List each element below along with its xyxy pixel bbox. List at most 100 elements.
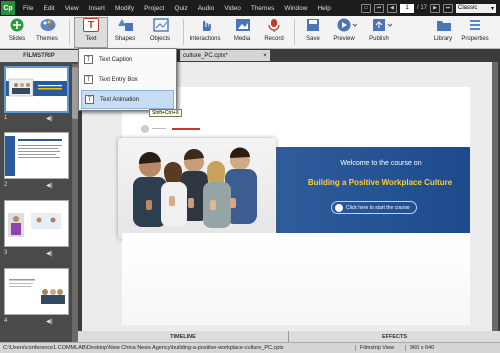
speaker-icon: ◀) xyxy=(46,183,53,189)
objects-icon xyxy=(153,18,169,32)
team-photo xyxy=(118,138,276,239)
properties-button[interactable]: Properties xyxy=(458,18,492,42)
text-caption-label: Text Caption xyxy=(99,56,133,63)
slide-number: 2 xyxy=(4,182,8,188)
media-label: Media xyxy=(233,36,251,42)
interactions-button[interactable]: Interactions xyxy=(188,18,222,42)
save-icon xyxy=(306,18,320,32)
menu-quiz[interactable]: Quiz xyxy=(169,5,192,12)
slide-navigator: ▭ ⏮ ◀ 1 / 17 ▶ ⏭ Classic ▾ xyxy=(360,0,500,16)
hand-pointer-icon xyxy=(198,18,212,32)
filmstrip-header: FILMSTRIP xyxy=(0,50,78,62)
slides-button[interactable]: Slides xyxy=(0,18,34,42)
themes-button[interactable]: Themes xyxy=(30,18,64,42)
themes-label: Themes xyxy=(36,36,58,42)
text-animation-icon: T xyxy=(85,95,94,104)
filmstrip-slide-2[interactable] xyxy=(4,132,69,179)
menu-audio[interactable]: Audio xyxy=(193,5,220,12)
shapes-icon xyxy=(118,18,133,32)
library-button[interactable]: Library xyxy=(426,18,460,42)
text-entry-box-item[interactable]: T Text Entry Box xyxy=(81,70,174,89)
next-slide-icon[interactable]: ▶ xyxy=(430,3,440,13)
filmstrip-slide-3[interactable] xyxy=(4,200,69,247)
publish-button[interactable]: Publish xyxy=(362,18,396,42)
first-slide-icon[interactable]: ⏮ xyxy=(373,3,384,13)
save-label: Save xyxy=(306,36,320,42)
start-course-button[interactable]: Click here to start the course xyxy=(331,201,417,214)
menu-project[interactable]: Project xyxy=(139,5,169,12)
page-total: / 17 xyxy=(416,5,427,11)
menu-help[interactable]: Help xyxy=(312,5,335,12)
media-button[interactable]: Media xyxy=(225,18,259,42)
menu-edit[interactable]: Edit xyxy=(38,5,59,12)
text-animation-label: Text Animation xyxy=(100,96,140,103)
document-tab[interactable]: culture_PC.cptx* xyxy=(180,50,260,61)
text-entry-box-label: Text Entry Box xyxy=(99,76,138,83)
toolbar-divider xyxy=(69,19,70,45)
menu-window[interactable]: Window xyxy=(279,5,312,12)
text-caption-icon: T xyxy=(84,55,93,64)
themes-icon xyxy=(40,18,56,32)
business-team-image xyxy=(133,147,257,228)
speaker-icon: ◀) xyxy=(46,116,53,122)
folder-icon xyxy=(436,18,451,32)
preview-button[interactable]: Preview xyxy=(327,18,361,42)
slide-number: 1 xyxy=(4,115,8,121)
preview-label: Preview xyxy=(333,36,355,42)
workspace-select[interactable]: Classic ▾ xyxy=(456,3,496,13)
app-logo: Cp xyxy=(1,1,15,15)
shapes-button[interactable]: Shapes xyxy=(108,18,142,42)
page-number-input[interactable]: 1 xyxy=(399,3,414,13)
text-icon: T xyxy=(83,18,99,32)
objects-button[interactable]: Objects xyxy=(143,18,177,42)
menu-video[interactable]: Video xyxy=(219,5,246,12)
timeline-tab[interactable]: TIMELINE xyxy=(78,331,288,342)
save-button[interactable]: Save xyxy=(296,18,330,42)
slide-canvas[interactable]: Welcome to the course on Building a Posi… xyxy=(118,87,470,325)
text-entry-box-icon: T xyxy=(84,75,93,84)
menu-themes[interactable]: Themes xyxy=(246,5,279,12)
toolbar-divider xyxy=(183,19,184,45)
objects-label: Objects xyxy=(149,36,171,42)
shortcut-tooltip: Shift+Ctrl+X xyxy=(149,109,182,117)
menu-file[interactable]: File xyxy=(18,5,38,12)
record-label: Record xyxy=(264,36,284,42)
menu-modify[interactable]: Modify xyxy=(110,5,139,12)
text-caption-item[interactable]: T Text Caption xyxy=(81,50,174,69)
slide-footer xyxy=(122,233,470,325)
slide-4-thumbnail xyxy=(5,269,68,314)
properties-label: Properties xyxy=(461,36,489,42)
stage-vertical-scrollbar[interactable] xyxy=(492,62,498,333)
speaker-icon: ◀) xyxy=(46,251,53,257)
workspace-value: Classic xyxy=(458,5,478,11)
text-button[interactable]: T Text xyxy=(74,17,108,48)
publish-label: Publish xyxy=(369,36,389,42)
publish-icon xyxy=(372,18,393,32)
filmstrip-slide-1[interactable] xyxy=(4,66,69,113)
slide-number: 3 xyxy=(4,250,8,256)
record-button[interactable]: Record xyxy=(257,18,291,42)
menu-insert[interactable]: Insert xyxy=(84,5,110,12)
slide-1-thumbnail xyxy=(6,68,67,111)
text-dropdown-menu: T Text Caption T Text Entry Box T Text A… xyxy=(78,48,177,111)
view-mode: Filmstrip View xyxy=(355,345,405,351)
slides-label: Slides xyxy=(8,36,26,42)
filmstrip-slide-4[interactable] xyxy=(4,268,69,315)
main-toolbar: Slides Themes T Text Shapes Objects Inte… xyxy=(0,16,500,49)
monitor-icon[interactable]: ▭ xyxy=(360,3,371,13)
slide-2-thumbnail xyxy=(5,133,68,178)
slide-number: 4 xyxy=(4,318,8,324)
last-slide-icon[interactable]: ⏭ xyxy=(443,3,453,13)
close-icon[interactable]: × xyxy=(260,50,270,61)
app-window: Cp File Edit View Insert Modify Project … xyxy=(0,0,500,353)
menu-view[interactable]: View xyxy=(60,5,84,12)
text-animation-item[interactable]: T Text Animation xyxy=(81,90,174,109)
play-icon xyxy=(337,18,358,32)
record-icon xyxy=(267,18,281,32)
text-label: Text xyxy=(85,36,97,42)
menu-bar: Cp File Edit View Insert Modify Project … xyxy=(0,0,500,16)
prev-slide-icon[interactable]: ◀ xyxy=(386,3,397,13)
title-banner: Welcome to the course on Building a Posi… xyxy=(118,138,470,239)
interactions-label: Interactions xyxy=(189,36,221,42)
effects-tab[interactable]: EFFECTS xyxy=(288,331,500,342)
